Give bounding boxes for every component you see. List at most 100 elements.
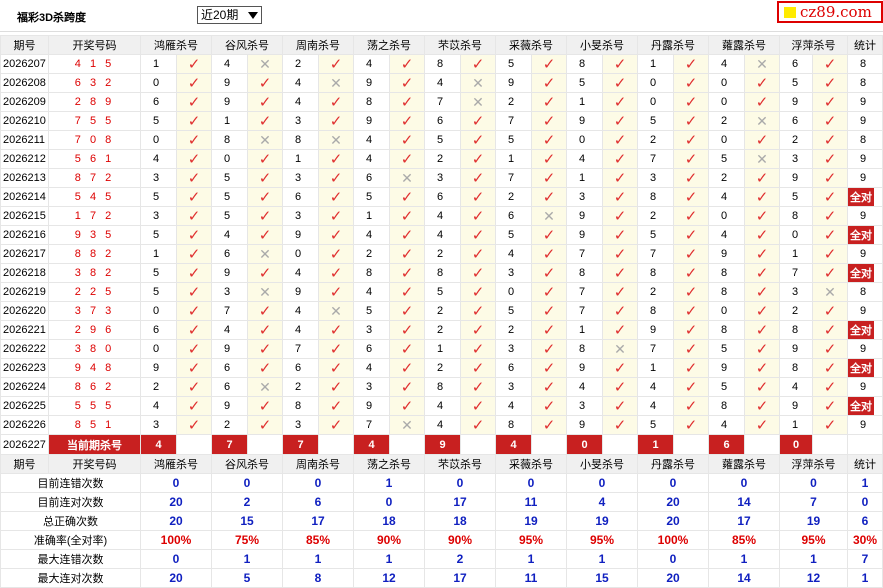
stat-value: 4	[566, 492, 638, 512]
check-icon: ✓	[329, 416, 343, 434]
check-icon: ✓	[471, 302, 485, 320]
stat-value: 2	[211, 492, 283, 512]
result-mark-cell: ✓	[389, 339, 425, 359]
count-cell: 9	[847, 415, 883, 435]
empty-cell	[460, 434, 496, 455]
column-header: 周南杀号	[282, 454, 354, 474]
check-icon: ✓	[684, 378, 698, 396]
stat-value: 17	[282, 511, 354, 531]
site-logo[interactable]: cz89.com	[777, 1, 883, 23]
column-header: 小旻杀号	[566, 454, 638, 474]
result-mark-cell: ✓	[176, 73, 212, 93]
check-icon: ✓	[613, 169, 627, 187]
kill-number-cell: 2	[708, 111, 745, 131]
kill-number-cell: 4	[140, 149, 177, 169]
column-header: 浮萍杀号	[779, 35, 848, 55]
count-cell: 9	[847, 301, 883, 321]
result-mark-cell: ✓	[812, 168, 848, 188]
kill-number-cell: 7	[495, 168, 532, 188]
kill-number-cell: 4	[708, 225, 745, 245]
result-mark-cell: ✓	[744, 92, 780, 112]
draw-number-cell: 1 7 2	[48, 206, 141, 226]
check-icon: ✓	[329, 283, 343, 301]
result-mark-cell: ✓	[673, 263, 709, 283]
period-cell: 2026216	[0, 225, 49, 245]
result-mark-cell: ✓	[531, 377, 567, 397]
kill-number-cell: 4	[495, 244, 532, 264]
period-select[interactable]: 近20期	[197, 6, 262, 24]
kill-number-cell: 2	[424, 244, 461, 264]
kill-number-cell: 8	[424, 377, 461, 397]
stat-value: 90%	[353, 530, 425, 550]
cross-icon: ✕	[824, 283, 836, 300]
result-mark-cell: ✓	[673, 187, 709, 207]
stat-value: 20	[140, 511, 212, 531]
check-icon: ✓	[613, 302, 627, 320]
kill-number-cell: 5	[637, 225, 674, 245]
result-mark-cell: ✓	[176, 339, 212, 359]
result-mark-cell: ✓	[602, 263, 638, 283]
count-cell: 全对	[847, 225, 883, 245]
kill-number-cell: 5	[637, 111, 674, 131]
result-mark-cell: ✓	[744, 301, 780, 321]
count-cell: 9	[847, 377, 883, 397]
kill-number-cell: 2	[353, 244, 390, 264]
kill-number-cell: 1	[566, 168, 603, 188]
kill-number-cell: 6	[282, 358, 319, 378]
empty-cell	[389, 434, 425, 455]
cross-icon: ✕	[330, 131, 342, 148]
result-mark-cell: ✓	[318, 415, 354, 435]
result-mark-cell: ✓	[460, 187, 496, 207]
result-mark-cell: ✓	[460, 301, 496, 321]
check-icon: ✓	[755, 340, 769, 358]
column-header: 芣苡杀号	[424, 35, 496, 55]
result-mark-cell: ✓	[318, 320, 354, 340]
check-icon: ✓	[542, 264, 556, 282]
kill-number-cell: 5	[708, 339, 745, 359]
stat-value: 1	[708, 549, 780, 569]
result-mark-cell: ✓	[318, 244, 354, 264]
draw-number-cell: 2 2 5	[48, 282, 141, 302]
result-mark-cell: ✓	[673, 73, 709, 93]
result-mark-cell: ✓	[389, 149, 425, 169]
check-icon: ✓	[258, 321, 272, 339]
kill-number-cell: 0	[140, 73, 177, 93]
count-cell: 全对	[847, 320, 883, 340]
check-icon: ✓	[187, 131, 201, 149]
kill-number-cell: 7	[353, 415, 390, 435]
kill-number-cell: 5	[353, 187, 390, 207]
kill-number-cell: 0	[211, 149, 248, 169]
kill-number-cell: 8	[779, 206, 813, 226]
check-icon: ✓	[542, 131, 556, 149]
kill-number-cell: 6	[424, 187, 461, 207]
draw-number-cell: 5 4 5	[48, 187, 141, 207]
cross-icon: ✕	[259, 245, 271, 262]
kill-number-cell: 3	[779, 149, 813, 169]
stat-value: 1	[211, 549, 283, 569]
result-mark-cell: ✓	[744, 396, 780, 416]
kill-number-cell: 3	[566, 187, 603, 207]
kill-number-cell: 4	[282, 263, 319, 283]
stat-row: 目前连对次数 20 2 6 0 17 11 4 20 14 7 0	[0, 492, 883, 512]
result-mark-cell: ✓	[531, 301, 567, 321]
check-icon: ✓	[613, 283, 627, 301]
result-mark-cell: ✓	[318, 187, 354, 207]
stat-value: 0	[779, 473, 848, 493]
result-mark-cell: ✓	[318, 282, 354, 302]
result-mark-cell: ✓	[176, 415, 212, 435]
result-mark-cell: ✕	[247, 244, 283, 264]
column-header: 芣苡杀号	[424, 454, 496, 474]
kill-number-cell: 2	[708, 168, 745, 188]
check-icon: ✓	[542, 150, 556, 168]
result-mark-cell: ✕	[460, 73, 496, 93]
draw-number-cell: 3 8 2	[48, 263, 141, 283]
result-mark-cell: ✓	[460, 339, 496, 359]
stat-value: 6	[282, 492, 354, 512]
result-mark-cell: ✓	[602, 415, 638, 435]
draw-number-cell: 2 8 9	[48, 92, 141, 112]
chevron-down-icon	[248, 12, 258, 19]
kill-number-cell: 8	[708, 282, 745, 302]
check-icon: ✓	[329, 188, 343, 206]
kill-number-cell: 1	[637, 358, 674, 378]
result-mark-cell: ✓	[176, 92, 212, 112]
